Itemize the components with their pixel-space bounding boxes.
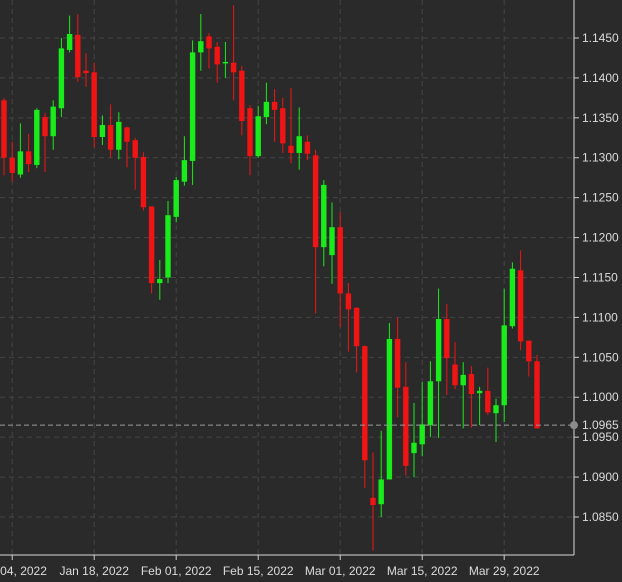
y-tick-label: 1.1350 [582,111,619,125]
candle-body-down [362,346,368,461]
candle-body-up [198,41,204,53]
candle-body-up [17,151,24,175]
candle-body-up [157,279,163,284]
candle-body-down [370,497,376,506]
candlestick-chart: 1.0850 1.0900 1.0950 1.1000 1.1050 1.1100 1.11… [0,0,622,582]
candle-body-up [263,101,270,118]
candle-body-down [107,125,114,150]
candle-body-up [493,405,499,414]
y-tick-label: 1.1200 [582,231,619,245]
candle-body-down [1,100,7,158]
candle-body-down [534,361,540,429]
candle-body-up [296,136,302,153]
candle-body-down [75,34,81,78]
candle-body-down [444,319,450,359]
x-tick-label: Feb 15, 2022 [223,564,294,578]
candle-body-down [148,206,155,284]
x-tick-label: Mar 15, 2022 [387,564,458,578]
candle-body-up [329,227,335,256]
candle-body-up [419,424,425,445]
y-tick-label: 1.1150 [582,270,618,284]
candle-body-up [66,34,73,50]
candle-body-down [132,140,138,158]
candle-body-up [321,184,327,248]
candle-body-down [271,101,278,110]
candle-body-down [452,364,458,386]
candle-body-up [58,48,65,109]
candle-body-down [304,141,311,154]
candle-body-down [280,108,286,144]
y-tick-label: 1.0900 [582,470,619,484]
candle-body-up [222,61,229,64]
x-tick-label: Jan 04, 2022 [0,564,47,578]
candle-body-up [189,52,196,161]
y-tick-label: 1.0950 [582,430,619,444]
y-tick-label: 1.1050 [582,350,619,364]
candle-body-down [353,307,360,347]
candle-body-up [427,381,434,426]
candle-body-down [247,108,253,157]
candle-body-down [230,62,237,73]
candle-body-up [435,319,442,382]
y-tick-label: 1.1100 [582,310,618,324]
y-tick-label: 1.1300 [582,151,619,165]
candle-body-down [42,117,48,137]
candle-body-down [124,127,130,142]
x-tick-label: Jan 18, 2022 [59,564,129,578]
candle-body-down [403,386,409,466]
y-tick-label: 1.1250 [582,191,619,205]
candle-body-up [476,390,483,394]
candle-body-down [394,338,401,388]
y-tick-label: 1.1400 [582,71,619,85]
candle-body-up [255,116,261,157]
candle-body-up [501,325,507,406]
candle-body-down [312,155,319,248]
candle-body-down [345,293,352,310]
candle-body-down [337,227,343,294]
x-tick-label: Feb 01, 2022 [141,564,212,578]
candle-body-down [25,151,32,165]
candle-body-up [181,160,188,182]
candle-body-down [91,72,97,137]
last-price-marker [570,421,578,430]
candle-body-up [165,215,171,278]
chart-svg: 1.0850 1.0900 1.0950 1.1000 1.1050 1.1100 1.11… [0,0,619,578]
last-price-label: 1.0965 [582,418,619,432]
y-tick-label: 1.1000 [582,390,619,404]
candle-body-down [485,390,491,413]
candle-body-up [116,121,122,150]
candle-body-up [386,338,393,480]
candle-body-down [468,374,475,395]
candle-body-down [9,157,15,173]
candle-body-down [526,340,532,362]
candle-body-up [34,109,40,165]
candle-body-up [509,268,516,327]
candle-body-down [214,46,220,65]
candle-body-up [460,374,466,386]
candle-body-down [206,36,212,49]
y-tick-label: 1.1450 [582,31,619,45]
candle-body-down [288,145,294,153]
candle-body-up [99,125,106,137]
x-tick-label: Mar 29, 2022 [469,564,540,578]
candle-body-down [83,70,89,74]
y-tick-label: 1.0850 [582,510,619,524]
candle-body-down [140,156,147,208]
candle-body-up [378,479,384,505]
candle-body-up [173,180,179,217]
candle-body-up [50,106,56,137]
x-tick-label: Mar 01, 2022 [305,564,376,578]
candle-body-up [411,442,417,454]
candle-body-down [517,270,524,342]
candle-body-down [239,70,245,122]
